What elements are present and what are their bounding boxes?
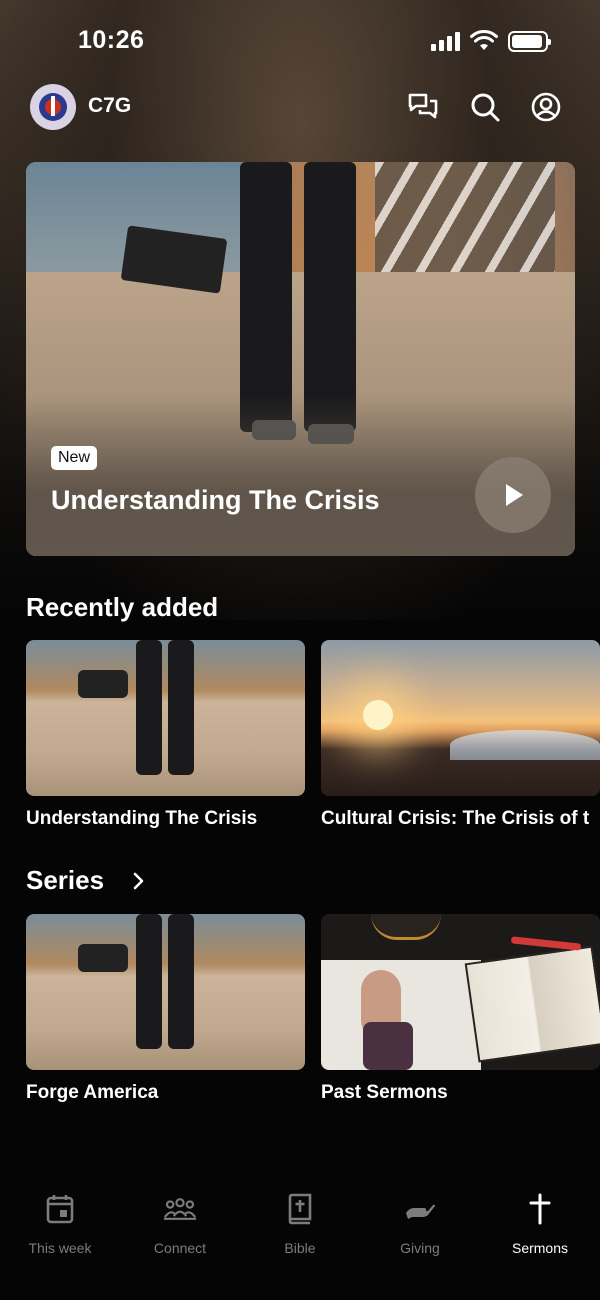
play-icon [506,484,523,506]
battery-level [512,34,543,48]
app-header: C7G [0,82,600,132]
wifi-icon [470,30,498,50]
tab-this-week[interactable]: This week [0,1192,120,1256]
series-heading[interactable]: Series [26,865,104,896]
status-time: 10:26 [78,26,145,54]
featured-sermon-card[interactable]: New Understanding The Crisis [26,162,575,556]
battery-icon [508,30,551,52]
tab-giving[interactable]: Giving [360,1192,480,1256]
series-thumbnail [26,914,305,1070]
profile-icon[interactable] [529,90,563,124]
tab-label: Connect [153,1240,207,1256]
app-name: C7G [88,94,132,117]
cellular-signal-icon [431,31,460,51]
calendar-icon [43,1192,77,1226]
tab-connect[interactable]: Connect [120,1192,240,1256]
messages-icon[interactable] [406,90,440,124]
tab-bible[interactable]: Bible [240,1192,360,1256]
bible-icon [283,1192,317,1226]
series-title: Past Sermons [321,1082,448,1103]
recent-item-card[interactable]: Cultural Crisis: The Crisis of t [321,640,600,830]
recent-item-card[interactable]: Understanding The Crisis [26,640,305,830]
giving-hand-icon [403,1192,437,1226]
tab-label: Sermons [511,1240,569,1256]
recent-item-title: Cultural Crisis: The Crisis of t [321,808,590,829]
chevron-right-icon[interactable] [132,872,146,890]
status-icons [431,30,551,52]
tab-sermons[interactable]: Sermons [480,1192,600,1256]
featured-title: Understanding The Crisis [51,485,380,515]
series-card[interactable]: Forge America [26,914,305,1104]
new-badge: New [51,446,98,470]
play-button[interactable] [475,457,551,533]
status-bar: 10:26 [0,0,600,80]
tab-label: This week [28,1240,92,1256]
recent-item-thumbnail [321,640,600,796]
people-icon [163,1192,197,1226]
series-title: Forge America [26,1082,159,1103]
tab-bar: This week Connect Bible Giving Sermons [0,1180,600,1300]
series-thumbnail [321,914,600,1070]
recent-item-title: Understanding The Crisis [26,808,258,829]
series-card[interactable]: Past Sermons [321,914,600,1104]
tab-label: Giving [400,1240,440,1256]
recent-item-thumbnail [26,640,305,796]
tab-label: Bible [284,1240,316,1256]
search-icon[interactable] [468,90,502,124]
cross-icon [523,1192,557,1226]
church-logo[interactable] [30,84,76,130]
recently-added-heading: Recently added [26,592,219,622]
